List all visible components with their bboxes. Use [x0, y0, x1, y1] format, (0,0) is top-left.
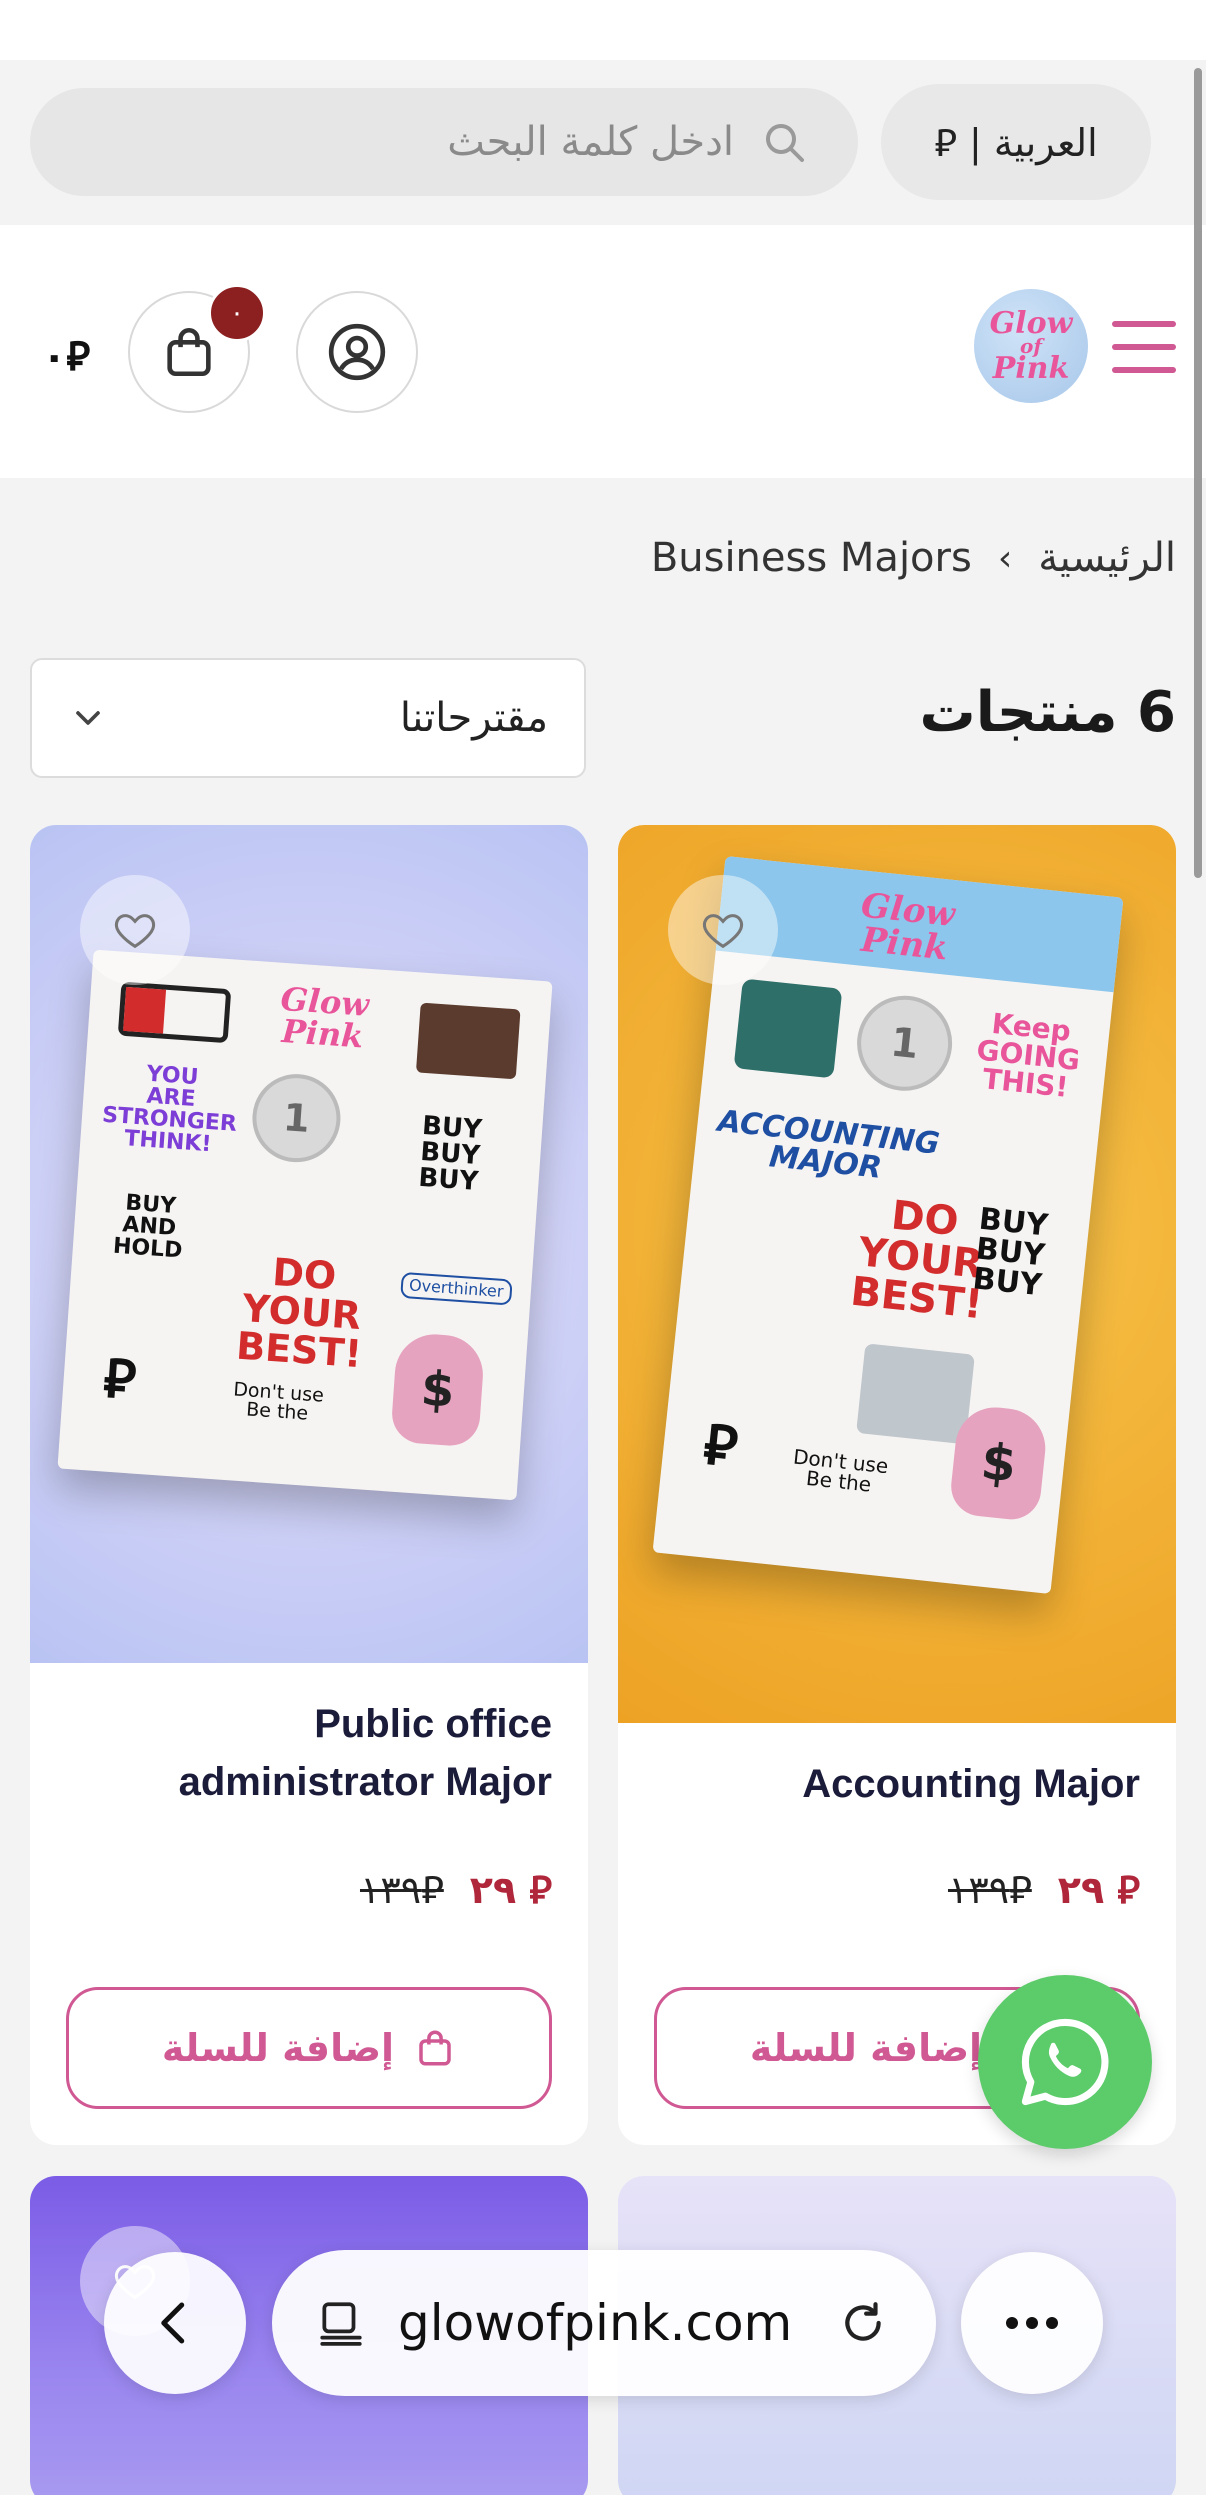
cart-total: ⃁٠ — [42, 334, 91, 380]
site-header: Glow of Pink ٠ ⃁٠ — [0, 225, 1206, 478]
heart-icon — [114, 914, 156, 949]
whatsapp-icon — [1021, 2018, 1109, 2106]
language-currency-button[interactable]: العربية | ⃁ — [881, 84, 1151, 200]
chevron-left-icon — [161, 2302, 185, 2344]
product-image[interactable]: Glow Pink 1 Keep GOING THIS! ACCOUNTING MAJO… — [618, 825, 1176, 1723]
original-price: ⃁١٣٩ — [359, 1868, 444, 1912]
heart-icon — [702, 914, 744, 949]
scrollbar[interactable] — [1194, 68, 1202, 878]
sticker-sheet-illustration: Glow Pink YOU ARE STRONGER THINK! 1 BUY BUY BU… — [57, 949, 553, 1501]
product-name[interactable]: Public office administrator Major — [72, 1695, 552, 1811]
reload-icon[interactable] — [838, 2298, 888, 2348]
search-placeholder: ادخل كلمة البحث — [447, 119, 734, 165]
product-prices: ⃁ ٢٩ ⃁١٣٩ — [360, 1865, 552, 1914]
sale-price: ⃁ ٢٩ — [1057, 1868, 1140, 1912]
shopping-bag-icon — [419, 2030, 451, 2066]
url-text: glowofpink.com — [398, 2294, 793, 2352]
breadcrumb: الرئيسية › Business Majors — [651, 535, 1176, 581]
add-to-cart-button[interactable]: إضافة للسلة — [66, 1987, 552, 2109]
original-price: ⃁١٣٩ — [947, 1868, 1032, 1912]
whatsapp-chat-button[interactable] — [978, 1975, 1152, 2149]
product-card[interactable]: Glow Pink YOU ARE STRONGER THINK! 1 BUY BUY BU… — [30, 825, 588, 2145]
brand-logo[interactable]: Glow of Pink — [974, 289, 1088, 403]
product-card[interactable]: Glow Pink 1 Keep GOING THIS! ACCOUNTING MAJO… — [618, 825, 1176, 2145]
search-input[interactable]: ادخل كلمة البحث — [30, 88, 858, 196]
sort-label: مقترحاتنا — [399, 695, 548, 741]
product-count-title: 6 منتجات — [919, 680, 1176, 745]
breadcrumb-home[interactable]: الرئيسية — [1038, 535, 1176, 581]
breadcrumb-current: Business Majors — [650, 535, 972, 581]
product-name[interactable]: Accounting Major — [640, 1755, 1140, 1813]
hamburger-menu-icon[interactable] — [1112, 319, 1176, 375]
top-bar: العربية | ⃁ ادخل كلمة البحث — [0, 60, 1206, 225]
account-button[interactable] — [296, 291, 418, 413]
sort-dropdown[interactable]: مقترحاتنا — [30, 658, 586, 778]
breadcrumb-separator: › — [997, 537, 1013, 579]
browser-url-bar[interactable]: glowofpink.com — [272, 2250, 936, 2396]
browser-more-button[interactable] — [961, 2252, 1103, 2394]
product-prices: ⃁ ٢٩ ⃁١٣٩ — [948, 1865, 1140, 1914]
wishlist-button[interactable] — [668, 875, 778, 985]
cart-count-badge: ٠ — [208, 284, 266, 342]
status-strip — [0, 0, 1206, 60]
wishlist-button[interactable] — [80, 875, 190, 985]
language-label: العربية | ⃁ — [934, 120, 1098, 165]
sale-price: ⃁ ٢٩ — [469, 1868, 552, 1912]
search-icon — [766, 124, 804, 162]
more-dots-icon — [1006, 2317, 1058, 2329]
add-to-cart-label: إضافة للسلة — [749, 2026, 983, 2070]
add-to-cart-label: إضافة للسلة — [161, 2026, 395, 2070]
chevron-down-icon — [76, 711, 100, 725]
shopping-bag-icon — [167, 328, 211, 377]
product-image[interactable]: Glow Pink YOU ARE STRONGER THINK! 1 BUY BUY BU… — [30, 825, 588, 1663]
browser-back-button[interactable] — [104, 2252, 246, 2394]
page-menu-icon[interactable] — [316, 2298, 366, 2348]
user-icon — [328, 323, 386, 381]
